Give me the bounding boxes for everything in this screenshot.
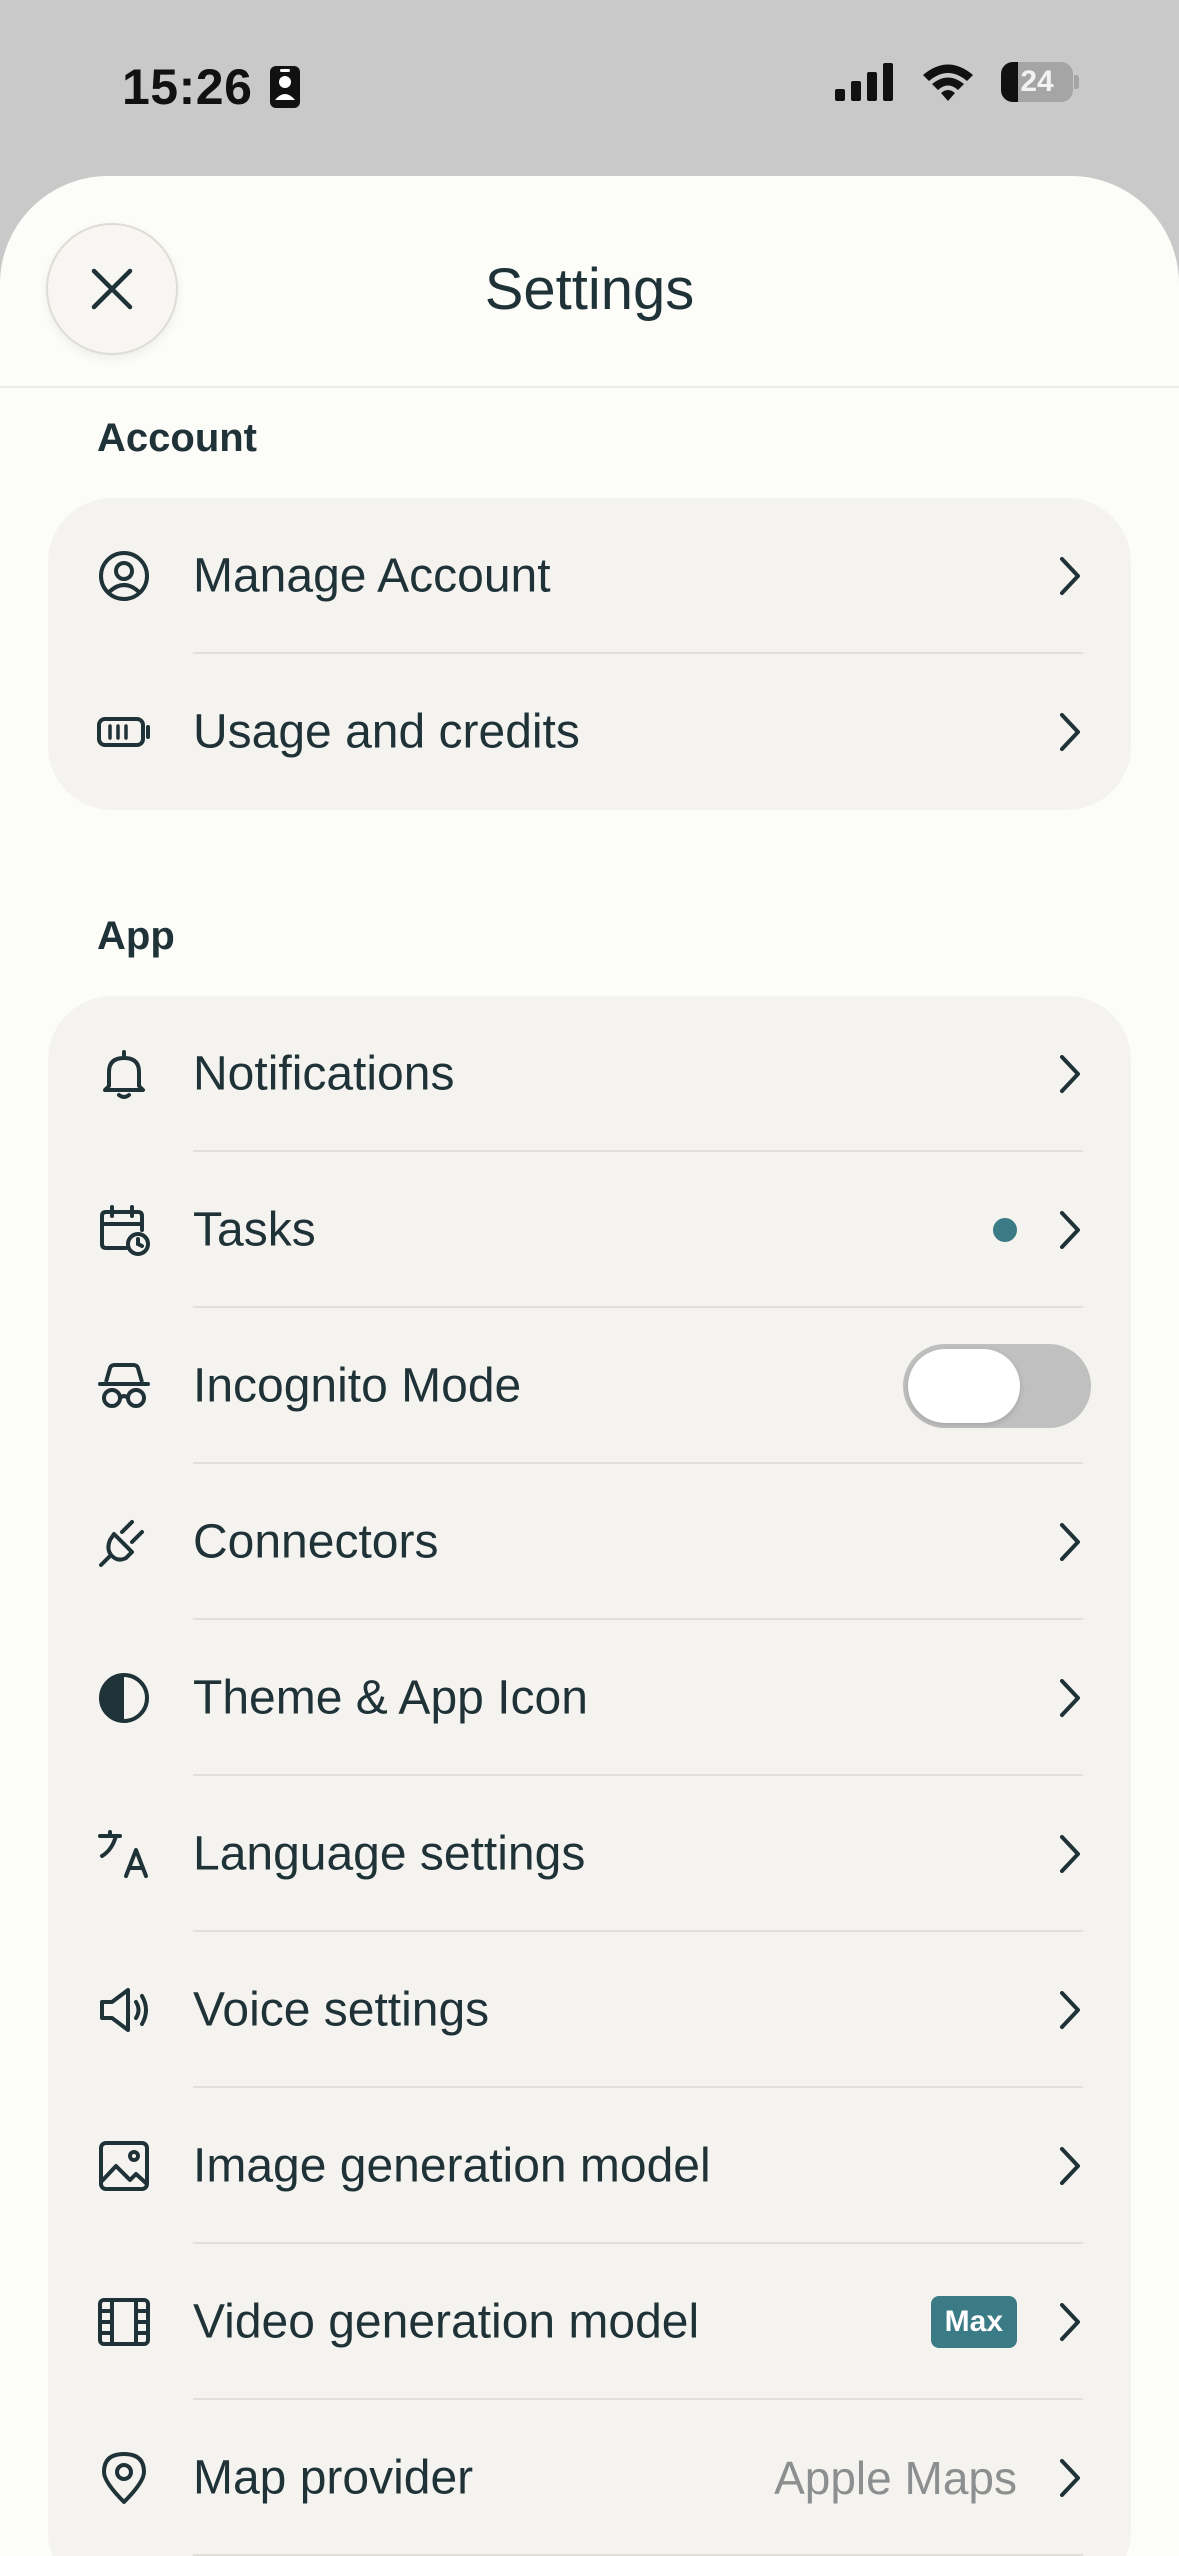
status-time: 15:26 — [122, 59, 253, 115]
settings-row-incognito[interactable]: Incognito Mode — [48, 1308, 1131, 1464]
row-label: Notifications — [193, 1047, 455, 1101]
chevron-right-icon — [1060, 713, 1080, 751]
status-bar: 15:26 24 — [0, 0, 1179, 175]
max-plan-badge: Max — [930, 2296, 1017, 2348]
chevron-right-icon — [1060, 1835, 1080, 1873]
row-label: Incognito Mode — [193, 1359, 522, 1413]
chevron-right-icon — [1060, 1055, 1080, 1093]
calendar-clock-icon — [100, 1205, 150, 1256]
user-circle-icon — [99, 551, 149, 601]
film-icon — [98, 2298, 150, 2346]
row-label: Video generation model — [193, 2295, 700, 2349]
chevron-right-icon — [1060, 557, 1080, 595]
incognito-toggle[interactable] — [903, 1344, 1091, 1428]
section-label-account: Account — [97, 416, 257, 460]
settings-row-notifications[interactable]: Notifications — [48, 996, 1131, 1152]
row-label: Usage and credits — [193, 705, 580, 759]
settings-row-theme[interactable]: Theme & App Icon — [48, 1620, 1131, 1776]
chevron-right-icon — [1060, 1679, 1080, 1717]
battery-indicator: 24 — [1001, 62, 1079, 102]
row-label: Language settings — [193, 1827, 586, 1881]
chevron-right-icon — [1060, 1523, 1080, 1561]
settings-row-language[interactable]: Language settings — [48, 1776, 1131, 1932]
row-label: Manage Account — [193, 549, 551, 603]
map-pin-icon — [102, 2452, 146, 2504]
toggle-knob — [908, 1349, 1020, 1423]
chevron-right-icon — [1060, 1991, 1080, 2029]
cellular-signal-icon — [835, 63, 893, 101]
translate-icon — [98, 1830, 148, 1878]
plug-icon — [99, 1520, 144, 1567]
incognito-icon — [98, 1363, 150, 1408]
chevron-right-icon — [1060, 2303, 1080, 2341]
contact-card-icon — [270, 66, 300, 108]
row-label: Voice settings — [193, 1983, 490, 2037]
app-group: Notifications Tasks Incognito Mode Conne… — [48, 996, 1131, 2556]
settings-row-connectors[interactable]: Connectors — [48, 1464, 1131, 1620]
page-title: Settings — [484, 257, 695, 322]
image-icon — [99, 2141, 149, 2191]
new-indicator-dot — [993, 1218, 1017, 1242]
chevron-right-icon — [1060, 2147, 1080, 2185]
map-provider-value: Apple Maps — [774, 2452, 1017, 2504]
wifi-icon — [923, 64, 973, 101]
bell-icon — [103, 1050, 145, 1099]
settings-sheet: Settings Account Manage Account Usage an… — [0, 176, 1179, 2556]
battery-icon — [97, 717, 150, 747]
row-label: Tasks — [193, 1203, 316, 1257]
row-label: Image generation model — [193, 2139, 711, 2193]
battery-level: 24 — [1020, 65, 1054, 98]
chevron-right-icon — [1060, 2459, 1080, 2497]
settings-row-image-generation[interactable]: Image generation model — [48, 2088, 1131, 2244]
speaker-icon — [100, 1988, 148, 2032]
settings-row-tasks[interactable]: Tasks — [48, 1152, 1131, 1308]
settings-row-manage-account[interactable]: Manage Account — [48, 498, 1131, 654]
chevron-right-icon — [1060, 1211, 1080, 1249]
row-label: Connectors — [193, 1515, 439, 1569]
settings-row-video-generation[interactable]: Video generation model Max — [48, 2244, 1131, 2400]
account-group: Manage Account Usage and credits — [48, 498, 1131, 810]
row-label: Map provider — [193, 2451, 474, 2505]
sheet-header: Settings — [0, 176, 1179, 388]
row-label: Theme & App Icon — [193, 1671, 588, 1725]
settings-row-map-provider[interactable]: Map provider Apple Maps — [48, 2400, 1131, 2556]
contrast-icon — [99, 1673, 149, 1723]
section-label-app: App — [97, 914, 175, 958]
settings-row-usage-credits[interactable]: Usage and credits — [48, 654, 1131, 810]
settings-row-voice[interactable]: Voice settings — [48, 1932, 1131, 2088]
